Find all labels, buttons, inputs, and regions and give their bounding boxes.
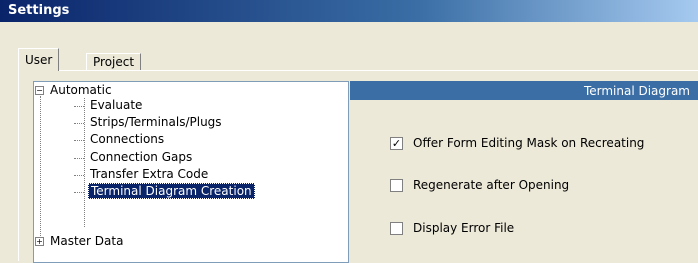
tree-connector-line <box>74 106 84 107</box>
tree-item-label: Connections <box>90 132 165 146</box>
tree-connector-line <box>74 123 84 124</box>
tree-item-automatic[interactable]: Automatic <box>50 83 112 97</box>
collapse-icon[interactable]: − <box>35 86 44 95</box>
tree-item-label: Transfer Extra Code <box>90 167 209 181</box>
display-error-file-checkbox[interactable] <box>390 222 403 235</box>
tree-item-label: Master Data <box>50 234 124 248</box>
tree-connector-line <box>74 175 84 176</box>
offer-form-editing-checkbox[interactable]: ✓ <box>390 137 403 150</box>
tree-item-connection-gaps[interactable]: Connection Gaps <box>90 150 192 164</box>
tab-user[interactable]: User <box>18 48 60 71</box>
offer-form-editing-label: Offer Form Editing Mask on Recreating <box>413 136 645 150</box>
settings-tree[interactable]: − Automatic Evaluate Strips/Terminals/Pl… <box>33 81 349 263</box>
tree-item-label: Connection Gaps <box>90 150 193 164</box>
panel-header: Terminal Diagram <box>350 81 698 100</box>
tree-connector-line <box>74 140 84 141</box>
tab-project[interactable]: Project <box>86 53 142 71</box>
display-error-file-label: Display Error File <box>413 221 515 235</box>
title-bar: Settings <box>0 0 698 22</box>
tree-item-terminal-diagram-creation[interactable]: Terminal Diagram Creation <box>88 183 255 199</box>
panel-header-title: Terminal Diagram <box>583 84 690 98</box>
regenerate-after-opening-checkbox[interactable] <box>390 179 403 192</box>
tree-connector-line <box>84 98 85 227</box>
tree-item-label-selected: Terminal Diagram Creation <box>88 183 255 199</box>
tab-user-label: User <box>25 53 53 67</box>
regenerate-after-opening-label: Regenerate after Opening <box>413 178 570 192</box>
settings-panel: Terminal Diagram ✓ Offer Form Editing Ma… <box>350 81 698 249</box>
tree-connector-line <box>74 158 84 159</box>
tree-item-master-data[interactable]: Master Data <box>50 234 123 248</box>
window-title: Settings <box>8 3 70 18</box>
tree-item-strips-terminals-plugs[interactable]: Strips/Terminals/Plugs <box>90 115 222 129</box>
tree-item-label: Evaluate <box>90 98 143 112</box>
tree-connector-line <box>40 96 41 246</box>
tab-project-label: Project <box>93 55 135 69</box>
tree-connector-line <box>74 192 84 193</box>
tree-item-evaluate[interactable]: Evaluate <box>90 98 142 112</box>
tree-item-transfer-extra-code[interactable]: Transfer Extra Code <box>90 167 208 181</box>
tree-item-connections[interactable]: Connections <box>90 132 164 146</box>
tree-item-label: Strips/Terminals/Plugs <box>90 115 222 129</box>
tree-item-label: Automatic <box>50 83 112 97</box>
expand-icon[interactable]: + <box>35 237 44 246</box>
